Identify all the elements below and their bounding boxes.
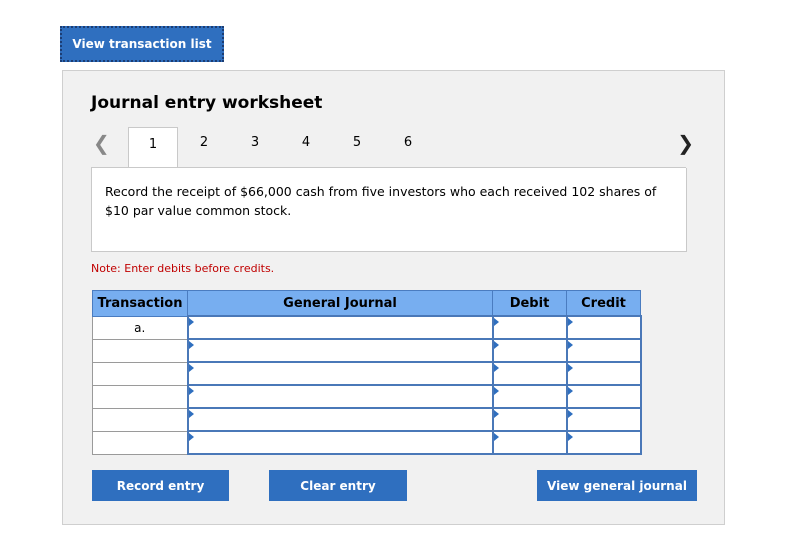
- view-general-journal-button[interactable]: View general journal: [537, 470, 697, 501]
- table-row: [92, 338, 642, 363]
- tab-4[interactable]: 4: [286, 135, 326, 150]
- account-dropdown[interactable]: [186, 361, 494, 386]
- transaction-cell: [92, 338, 188, 363]
- transaction-cell: [92, 361, 188, 386]
- header-debit: Debit: [492, 290, 567, 317]
- debit-input[interactable]: [491, 384, 568, 409]
- credit-input[interactable]: [565, 361, 642, 386]
- next-arrow-icon[interactable]: ❯: [677, 131, 694, 155]
- transaction-description: Record the receipt of $66,000 cash from …: [91, 168, 687, 252]
- transaction-cell: [92, 430, 188, 455]
- table-row: [92, 384, 642, 409]
- tab-1[interactable]: 1: [128, 127, 178, 167]
- account-dropdown[interactable]: [186, 338, 494, 363]
- worksheet-title: Journal entry worksheet: [91, 93, 323, 113]
- transaction-cell: [92, 384, 188, 409]
- account-dropdown[interactable]: [186, 407, 494, 432]
- table-row: [92, 407, 642, 432]
- credit-input[interactable]: [565, 315, 642, 340]
- entry-note: Note: Enter debits before credits.: [91, 262, 275, 275]
- table-row: [92, 430, 642, 455]
- debit-input[interactable]: [491, 338, 568, 363]
- debit-input[interactable]: [491, 430, 568, 455]
- debit-input[interactable]: [491, 361, 568, 386]
- transaction-cell: a.: [92, 315, 188, 340]
- header-general-journal: General Journal: [187, 290, 493, 317]
- record-entry-button[interactable]: Record entry: [92, 470, 229, 501]
- tab-3[interactable]: 3: [235, 135, 275, 150]
- transaction-cell: [92, 407, 188, 432]
- debit-input[interactable]: [491, 315, 568, 340]
- table-row: [92, 361, 642, 386]
- debit-input[interactable]: [491, 407, 568, 432]
- header-credit: Credit: [566, 290, 641, 317]
- prev-arrow-icon[interactable]: ❮: [93, 131, 110, 155]
- view-transaction-list-button[interactable]: View transaction list: [60, 26, 224, 62]
- worksheet-panel: Journal entry worksheet ❮ ❯ 1 2 3 4 5 6 …: [62, 70, 725, 525]
- credit-input[interactable]: [565, 384, 642, 409]
- tab-6[interactable]: 6: [388, 135, 428, 150]
- credit-input[interactable]: [565, 338, 642, 363]
- account-dropdown[interactable]: [186, 430, 494, 455]
- table-row: a.: [92, 315, 642, 340]
- account-dropdown[interactable]: [186, 384, 494, 409]
- journal-entry-table: Transaction General Journal Debit Credit…: [92, 290, 642, 455]
- account-dropdown[interactable]: [186, 315, 494, 340]
- header-transaction: Transaction: [92, 290, 188, 317]
- tab-2[interactable]: 2: [184, 135, 224, 150]
- clear-entry-button[interactable]: Clear entry: [269, 470, 407, 501]
- credit-input[interactable]: [565, 407, 642, 432]
- credit-input[interactable]: [565, 430, 642, 455]
- tab-5[interactable]: 5: [337, 135, 377, 150]
